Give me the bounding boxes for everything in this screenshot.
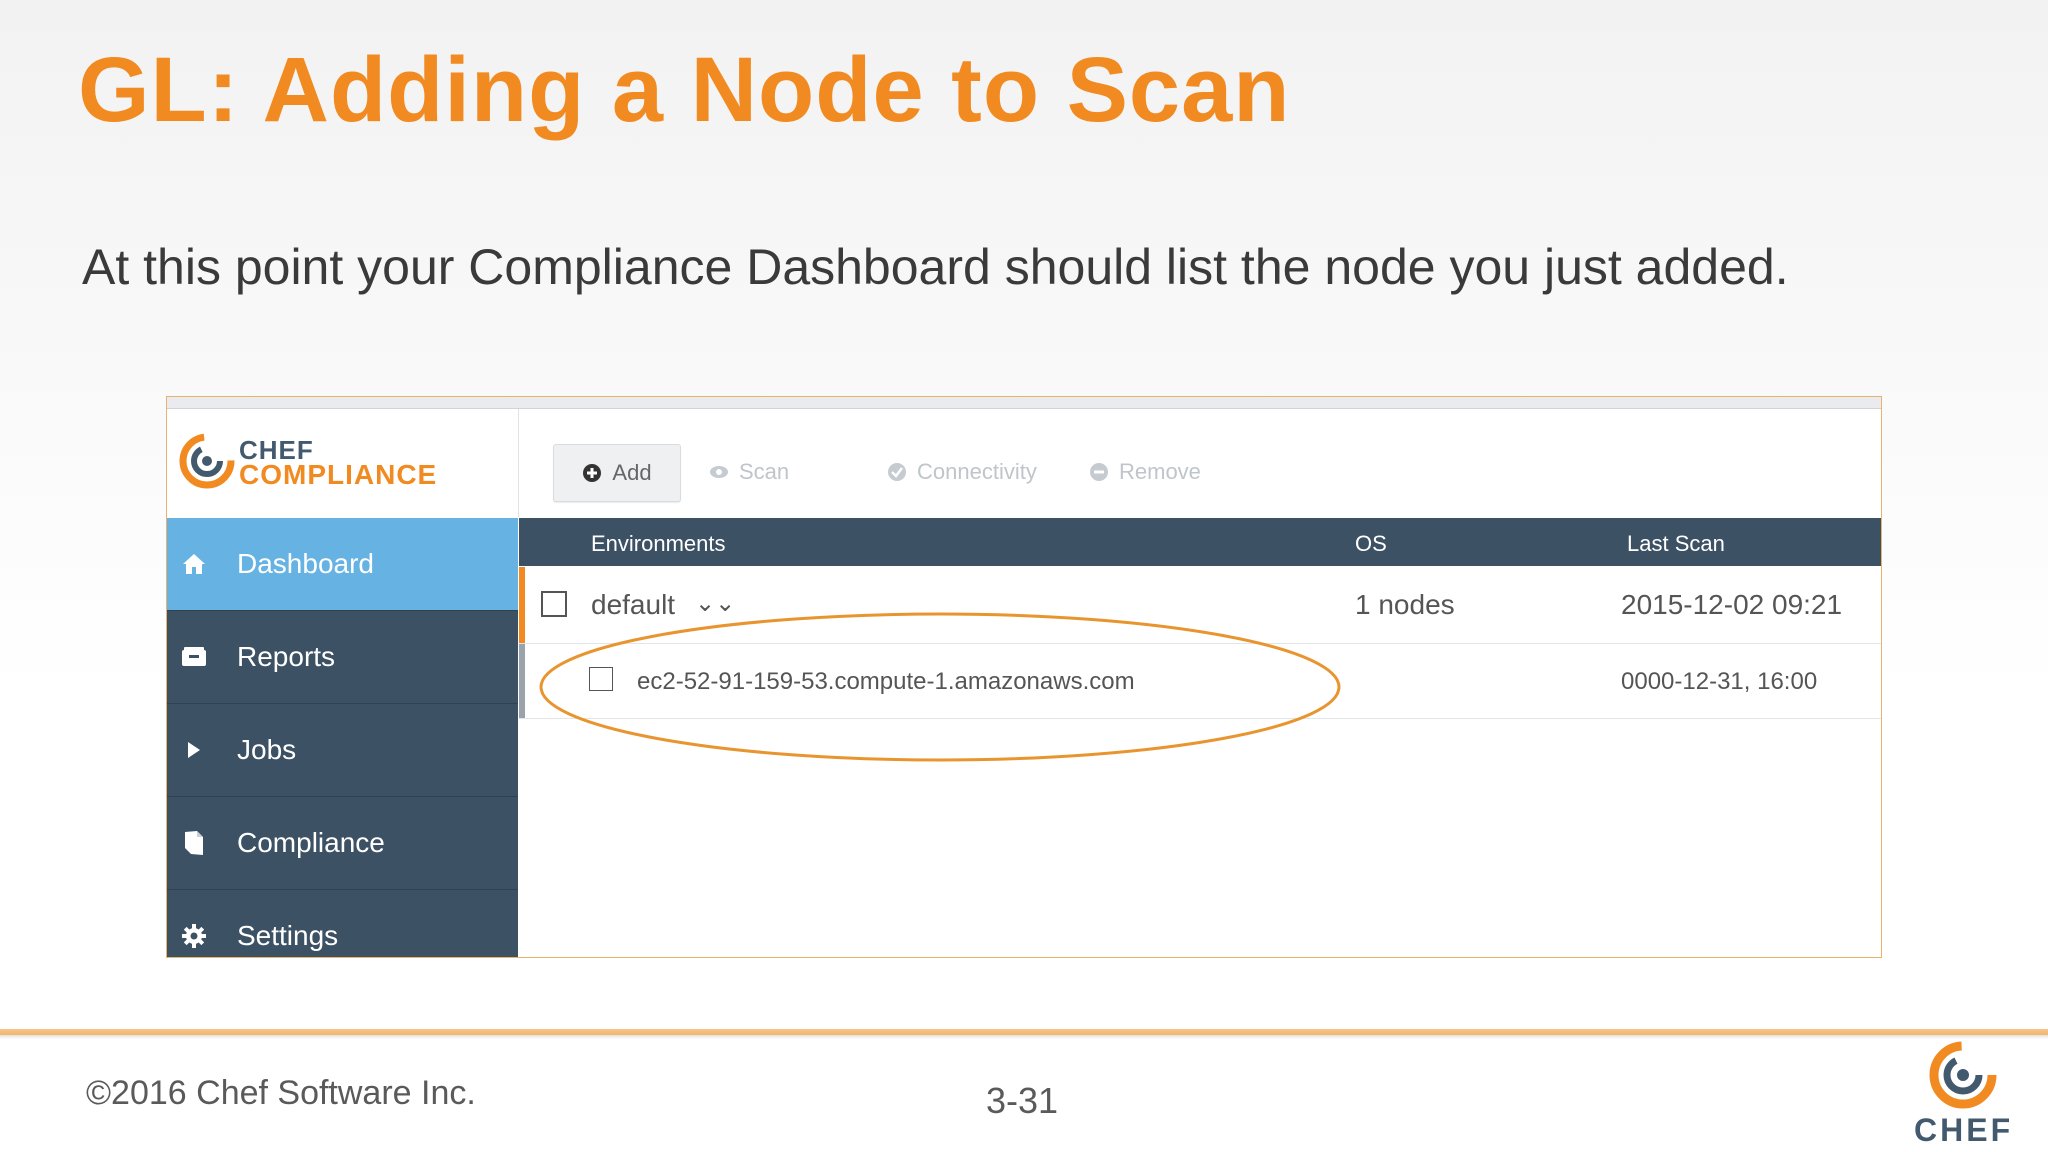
add-button[interactable]: Add <box>553 444 681 502</box>
gear-icon <box>181 923 207 949</box>
sidebar: Dashboard Reports Jobs Compliance Settin… <box>167 518 518 957</box>
chef-logo-icon <box>1929 1041 1997 1109</box>
column-header-os[interactable]: OS <box>1355 531 1387 557</box>
sidebar-item-label: Compliance <box>237 827 385 858</box>
eye-icon <box>709 462 729 482</box>
home-icon <box>181 551 207 577</box>
compliance-dashboard-screenshot: CHEF COMPLIANCE Add Scan Connectivity Re… <box>166 396 1882 958</box>
sidebar-item-reports[interactable]: Reports <box>167 611 518 704</box>
add-button-label: Add <box>612 460 652 485</box>
sidebar-item-dashboard[interactable]: Dashboard <box>167 518 518 611</box>
toolbar: Add Scan Connectivity Remove <box>519 409 1881 517</box>
app-logo[interactable]: CHEF COMPLIANCE <box>167 409 519 517</box>
node-count: 1 nodes <box>1355 589 1455 620</box>
sidebar-item-label: Settings <box>237 920 339 951</box>
scan-button[interactable]: Scan <box>709 444 789 500</box>
row-accent-bar <box>519 567 525 643</box>
shield-icon <box>181 830 207 856</box>
highlight-ellipse <box>539 612 1341 762</box>
copyright-text: ©2016 Chef Software Inc. <box>86 1074 476 1112</box>
inbox-icon <box>181 644 207 670</box>
browser-top-bar <box>167 397 1881 409</box>
chef-logo-icon <box>179 433 235 489</box>
sidebar-item-label: Reports <box>237 641 336 672</box>
table-header: Environments OS Last Scan <box>519 518 1881 566</box>
connectivity-button-label: Connectivity <box>917 459 1037 484</box>
slide-title: GL: Adding a Node to Scan <box>78 39 1291 141</box>
sidebar-item-settings[interactable]: Settings <box>167 890 518 957</box>
sidebar-item-label: Jobs <box>237 734 297 765</box>
column-header-last-scan[interactable]: Last Scan <box>1627 531 1725 557</box>
footer-divider-shadow <box>0 1035 2048 1039</box>
scan-button-label: Scan <box>739 459 790 484</box>
play-icon <box>181 737 207 763</box>
sidebar-item-label: Dashboard <box>237 548 374 579</box>
column-header-environments[interactable]: Environments <box>591 531 726 557</box>
page-number: 3-31 <box>986 1080 1059 1121</box>
sidebar-item-jobs[interactable]: Jobs <box>167 704 518 797</box>
row-accent-bar <box>519 644 525 718</box>
last-scan-time: 0000-12-31, 16:00 <box>1621 668 1818 695</box>
last-scan-time: 2015-12-02 09:21 <box>1621 589 1843 620</box>
chef-footer-logo-text: CHEF <box>1914 1112 2014 1148</box>
minus-circle-icon <box>1089 462 1109 482</box>
remove-button-label: Remove <box>1119 459 1201 484</box>
connectivity-button[interactable]: Connectivity <box>887 444 1037 500</box>
sidebar-item-compliance[interactable]: Compliance <box>167 797 518 890</box>
logo-text-compliance: COMPLIANCE <box>239 459 438 490</box>
check-circle-icon <box>887 462 907 482</box>
remove-button[interactable]: Remove <box>1089 444 1201 500</box>
slide-subtitle: At this point your Compliance Dashboard … <box>82 239 1789 295</box>
plus-circle-icon <box>582 463 602 483</box>
